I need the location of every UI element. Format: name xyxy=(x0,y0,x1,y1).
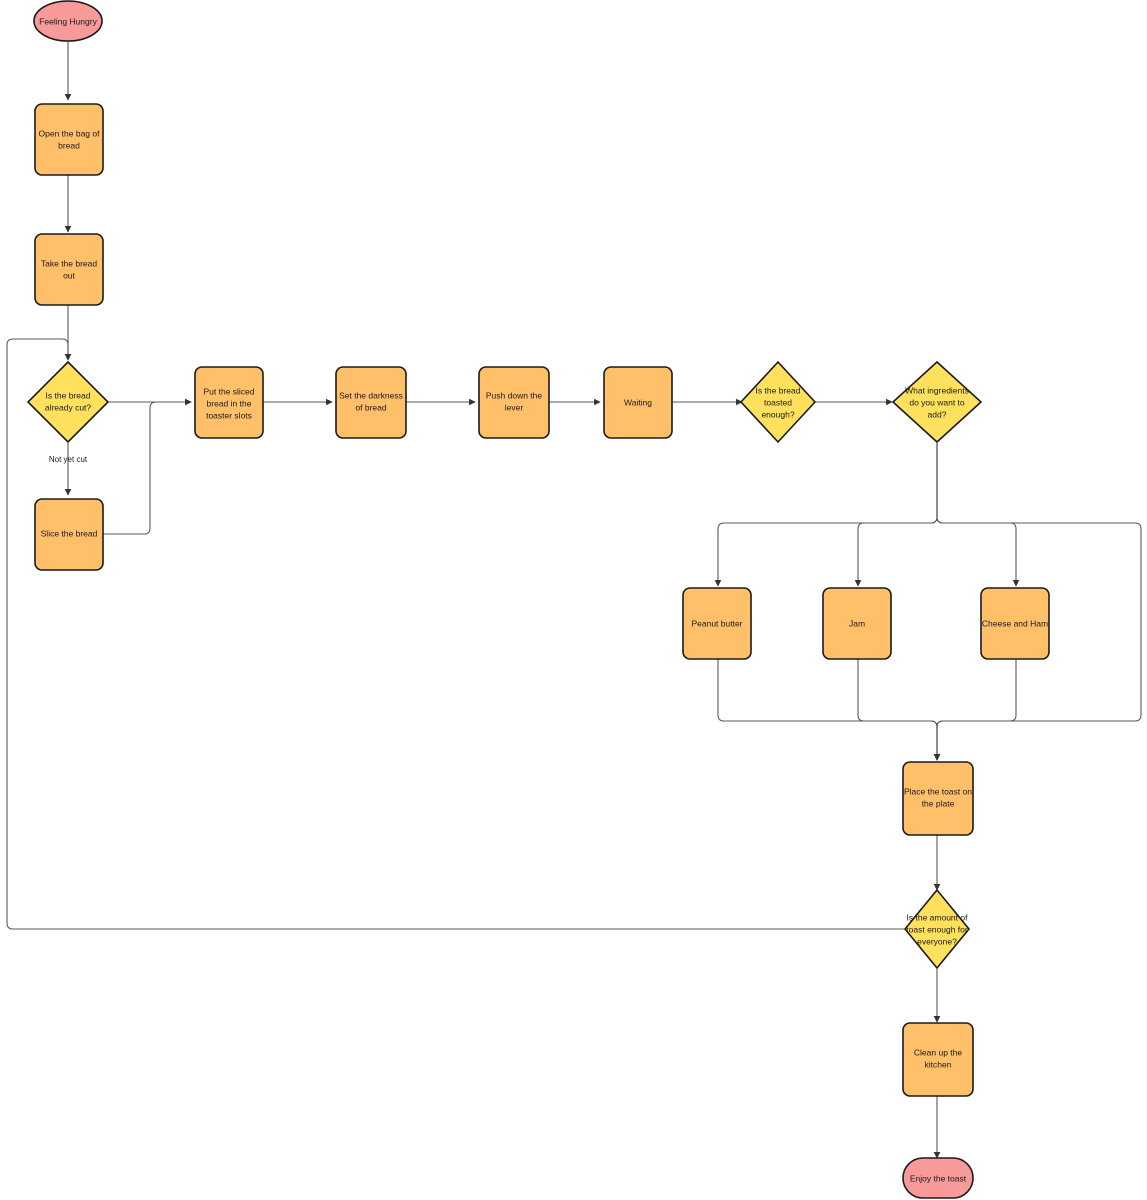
node-slice-the-bread[interactable]: Slice the bread xyxy=(34,498,104,571)
node-label-set-the-darkness-of-bread-line2: of bread xyxy=(355,402,386,412)
edge-label-not-yet-cut: Not yet cut xyxy=(49,455,88,464)
flowchart-canvas: Not yet cut Feeling Hungry Open the bag … xyxy=(6,0,1142,1199)
node-label-clean-up-the-kitchen-line1: Clean up the xyxy=(914,1047,962,1057)
node-label-open-the-bag-of-bread-line2: bread xyxy=(58,140,80,150)
node-take-the-bread-out[interactable]: Take the bread out xyxy=(34,233,104,306)
node-label-is-the-amount-line1: Is the amount of xyxy=(907,912,969,922)
node-jam[interactable]: Jam xyxy=(822,587,892,660)
edge-ingredients-to-jam xyxy=(854,443,938,587)
node-label-is-the-bread-already-cut-line1: Is the bread xyxy=(46,390,91,400)
node-feeling-hungry[interactable]: Feeling Hungry xyxy=(33,0,103,42)
edges-layer xyxy=(6,41,1142,1159)
node-push-down-the-lever[interactable]: Push down the lever xyxy=(478,366,550,439)
edge-slice-to-put-slots xyxy=(103,398,192,535)
node-label-slice-the-bread: Slice the bread xyxy=(41,528,98,538)
node-label-push-down-the-lever-line1: Push down the xyxy=(486,390,543,400)
node-label-cheese-and-ham: Cheese and Ham xyxy=(982,618,1048,628)
node-label-what-ingredients-line1: What ingredients xyxy=(905,385,969,395)
node-label-is-the-bread-already-cut-line2: already cut? xyxy=(45,402,92,412)
node-label-what-ingredients-line3: add? xyxy=(928,409,947,419)
node-peanut-butter[interactable]: Peanut butter xyxy=(682,587,752,660)
node-label-jam: Jam xyxy=(849,618,865,628)
node-set-the-darkness-of-bread[interactable]: Set the darkness of bread xyxy=(335,366,407,439)
edge-jam-to-place-plate xyxy=(857,659,941,761)
node-label-what-ingredients-line2: do you want to xyxy=(909,397,965,407)
node-label-put-the-sliced-bread-line3: toaster slots xyxy=(206,410,252,420)
node-open-the-bag-of-bread[interactable]: Open the bag of bread xyxy=(34,103,104,176)
node-label-is-the-bread-toasted-enough-line2: toasted xyxy=(764,397,792,407)
node-what-ingredients-do-you-want-to-add[interactable]: What ingredients do you want to add? xyxy=(891,360,983,444)
node-cheese-and-ham[interactable]: Cheese and Ham xyxy=(980,587,1050,660)
node-label-put-the-sliced-bread-line1: Put the sliced xyxy=(203,386,254,396)
node-label-peanut-butter: Peanut butter xyxy=(691,618,742,628)
node-label-put-the-sliced-bread-line2: bread in the xyxy=(207,398,252,408)
node-label-push-down-the-lever-line2: lever xyxy=(505,402,524,412)
node-label-is-the-bread-toasted-enough-line3: enough? xyxy=(761,409,794,419)
edge-cheese-ham-to-place-plate xyxy=(933,659,1017,761)
edge-ingredients-to-cheese-ham xyxy=(936,443,1020,587)
node-is-the-bread-already-cut[interactable]: Is the bread already cut? xyxy=(26,360,110,444)
node-label-is-the-amount-line3: everyone? xyxy=(917,936,957,946)
node-label-is-the-amount-line2: toast enough for xyxy=(906,924,968,934)
node-label-is-the-bread-toasted-enough-line1: Is the bread xyxy=(756,385,801,395)
node-put-the-sliced-bread-in-the-toaster-slots[interactable]: Put the sliced bread in the toaster slot… xyxy=(194,366,264,439)
edge-ingredients-to-peanut xyxy=(714,443,938,587)
flowchart-diagram: Not yet cut Feeling Hungry Open the bag … xyxy=(0,0,1147,1200)
edge-peanut-to-place-plate xyxy=(717,659,941,761)
node-is-the-amount-of-toast-enough-for-everyone[interactable]: Is the amount of toast enough for everyo… xyxy=(903,888,971,970)
node-label-waiting: Waiting xyxy=(624,397,652,407)
node-is-the-bread-toasted-enough[interactable]: Is the bread toasted enough? xyxy=(739,360,817,444)
node-label-set-the-darkness-of-bread-line1: Set the darkness xyxy=(339,390,403,400)
node-label-clean-up-the-kitchen-line2: kitchen xyxy=(925,1059,952,1069)
node-label-place-the-toast-line1: Place the toast on xyxy=(904,786,972,796)
node-label-take-the-bread-out-line1: Take the bread xyxy=(41,258,98,268)
node-clean-up-the-kitchen[interactable]: Clean up the kitchen xyxy=(902,1022,974,1097)
node-enjoy-the-toast[interactable]: Enjoy the toast xyxy=(902,1157,974,1199)
node-label-feeling-hungry: Feeling Hungry xyxy=(39,16,97,26)
node-label-place-the-toast-line2: the plate xyxy=(922,798,955,808)
node-place-the-toast-on-the-plate[interactable]: Place the toast on the plate xyxy=(902,761,974,836)
node-label-enjoy-the-toast: Enjoy the toast xyxy=(910,1173,967,1183)
edge-labels-layer: Not yet cut xyxy=(49,455,88,464)
node-label-open-the-bag-of-bread-line1: Open the bag of xyxy=(39,128,101,138)
node-waiting[interactable]: Waiting xyxy=(603,366,673,439)
node-label-take-the-bread-out-line2: out xyxy=(63,270,75,280)
